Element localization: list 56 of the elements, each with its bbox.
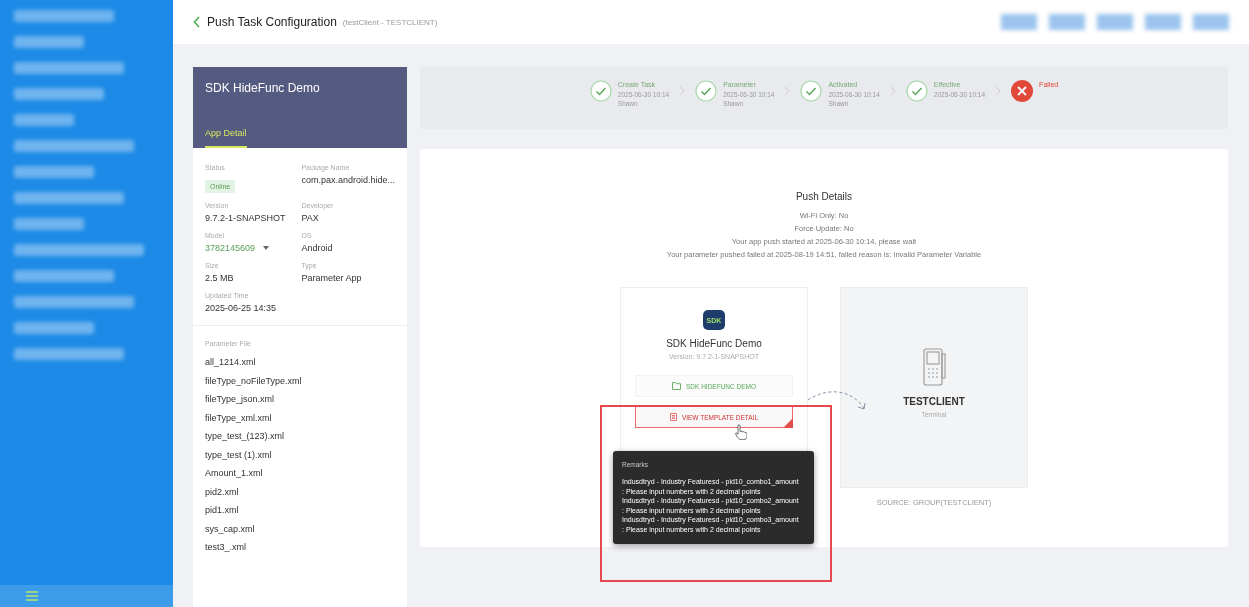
file-name[interactable]: test3_.xml <box>205 542 395 554</box>
page-subtitle: (testClient - TESTCLIENT) <box>342 17 438 27</box>
blurred-menu-item[interactable] <box>14 62 124 74</box>
blurred-menu-item[interactable] <box>14 322 94 334</box>
chevron-icon <box>889 86 896 96</box>
field-value: Android <box>301 243 334 253</box>
field-value: Parameter App <box>301 273 363 283</box>
file-name[interactable]: Amount_1.xml <box>205 468 395 480</box>
blurred-block <box>1145 14 1181 30</box>
hand-cursor-icon <box>735 424 747 440</box>
field-value: PAX <box>301 213 320 223</box>
terminal-icon <box>921 348 947 386</box>
blurred-menu-item[interactable] <box>14 10 114 22</box>
file-name[interactable]: all_1214.xml <box>205 357 395 369</box>
file-name[interactable]: fileType_noFileType.xml <box>205 375 395 387</box>
folder-icon <box>671 382 681 390</box>
blurred-menu-item[interactable] <box>14 270 114 282</box>
blurred-menu-item[interactable] <box>14 114 74 126</box>
blurred-menu-item[interactable] <box>14 88 104 100</box>
menu-icon[interactable] <box>26 591 38 601</box>
blurred-block <box>1001 14 1037 30</box>
app-name: SDK HideFunc Demo <box>666 338 762 349</box>
field-value: 2.5 MB <box>205 273 235 283</box>
blurred-menu-item[interactable] <box>14 36 84 48</box>
page-title: Push Task Configuration <box>207 15 337 29</box>
blurred-menu-item[interactable] <box>14 218 84 230</box>
field-value: 9.7.2-1-SNAPSHOT <box>205 213 287 223</box>
corner-mark-icon <box>783 418 793 428</box>
chevron-icon <box>784 86 791 96</box>
blurred-menu-item[interactable] <box>14 166 94 178</box>
blurred-menu-item[interactable] <box>14 140 134 152</box>
caret-icon <box>263 246 270 250</box>
file-name[interactable]: pid2.xml <box>205 486 395 498</box>
file-name[interactable]: fileType_json.xml <box>205 394 395 406</box>
file-name[interactable]: sys_cap.xml <box>205 523 395 535</box>
blurred-menu-item[interactable] <box>14 348 124 360</box>
field-value: com.pax.android.hide... <box>301 175 395 185</box>
chevron-icon <box>995 86 1002 96</box>
app-name: SDK HideFunc Demo <box>205 81 321 95</box>
terminal-name: TESTCLIENT <box>903 396 965 407</box>
field-value: 2025-06-25 14:35 <box>205 303 278 313</box>
file-name[interactable]: pid1.xml <box>205 505 395 517</box>
tab[interactable]: App Detail <box>205 128 247 148</box>
file-name[interactable]: type_test_(123).xml <box>205 431 395 443</box>
blurred-menu-item[interactable] <box>14 244 144 256</box>
file-name[interactable]: type_test (1).xml <box>205 449 395 461</box>
back-icon[interactable] <box>193 16 201 28</box>
blurred-block <box>1049 14 1085 30</box>
blurred-menu-item[interactable] <box>14 296 134 308</box>
document-icon <box>669 413 677 421</box>
blurred-block <box>1097 14 1133 30</box>
file-name[interactable]: fileType_xml.xml <box>205 412 395 424</box>
section-title: Push Details <box>795 191 853 202</box>
blurred-menu-item[interactable] <box>14 192 124 204</box>
blurred-block <box>1193 14 1229 30</box>
chevron-icon <box>679 86 686 96</box>
